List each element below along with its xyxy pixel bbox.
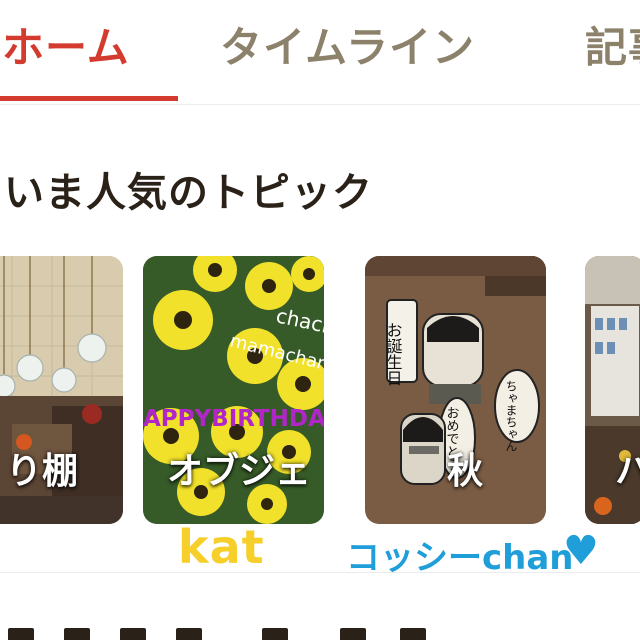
app-screen: ホーム タイムライン 記事 いま人気のトピック — [0, 0, 640, 640]
topic-card-fourth-label: ハ — [615, 451, 640, 492]
topic-card-shelf-label: り棚 — [6, 451, 79, 492]
peek-glyph — [176, 628, 202, 640]
topic-card-shelf[interactable]: り棚 — [0, 256, 123, 524]
active-tab-indicator — [0, 96, 178, 101]
topic-card-autumn-label: 秋 — [447, 451, 484, 492]
overlay-otanjoubi: お誕生日 — [384, 322, 403, 386]
topic-card-fourth[interactable]: ハ — [585, 256, 640, 524]
peek-glyph — [8, 628, 34, 640]
topic-card-object-label: オブジェ — [167, 451, 312, 492]
tab-articles[interactable]: 記事 — [585, 14, 640, 75]
topic-card-autumn[interactable]: お誕生日 ちゃまちゃん おめでとう 秋 — [365, 256, 546, 524]
popular-topics-title: いま人気のトピック — [4, 170, 373, 216]
peek-glyph — [120, 628, 146, 640]
next-section-peek — [0, 628, 640, 640]
section-divider — [0, 572, 640, 573]
tab-home[interactable]: ホーム — [2, 14, 130, 75]
peek-glyph — [64, 628, 90, 640]
peek-glyph — [400, 628, 426, 640]
peek-glyph — [340, 628, 366, 640]
topic-card-object[interactable]: chacha mamachan APPYBIRTHDA オブジェ — [143, 256, 324, 524]
peek-glyph — [262, 628, 288, 640]
overlay-happybirthday: APPYBIRTHDA — [143, 406, 324, 432]
tab-bar: ホーム タイムライン 記事 — [0, 0, 640, 105]
tab-timeline[interactable]: タイムライン — [220, 14, 475, 75]
overlay-chamachan: ちゃまちゃん — [504, 380, 518, 452]
watermark-kat: kat — [178, 520, 265, 574]
heart-icon: ♥ — [563, 528, 599, 574]
